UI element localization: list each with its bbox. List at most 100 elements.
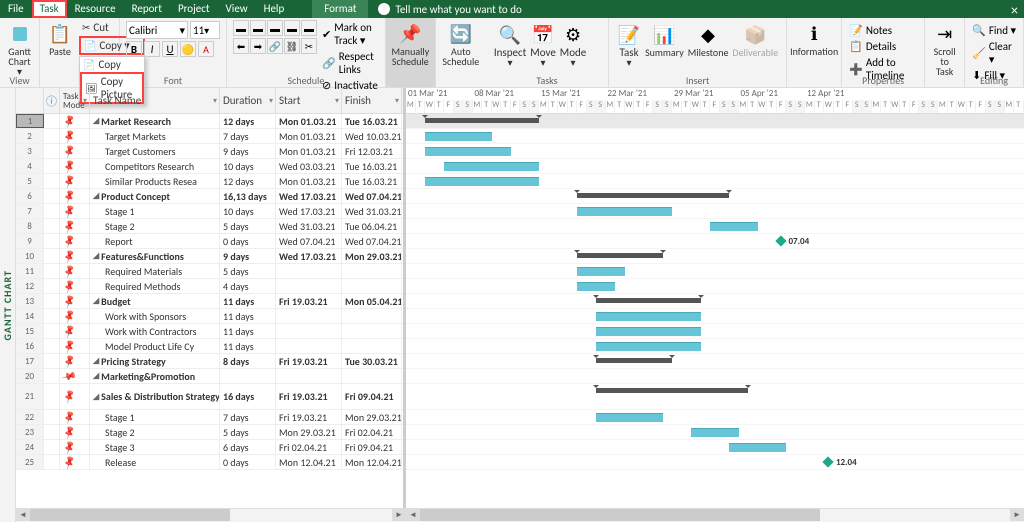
table-row[interactable]: 6📌◢Product Concept16,13 daysWed 17.03.21… xyxy=(16,189,403,204)
mark-on-track-button[interactable]: ✔ Mark on Track ▾ xyxy=(321,20,379,48)
scroll-left-arrow-2[interactable]: ◄ xyxy=(406,509,420,521)
table-row[interactable]: 4📌Competitors Research10 daysWed 03.03.2… xyxy=(16,159,403,174)
gantt-bar[interactable] xyxy=(596,358,672,363)
scroll-right-arrow-2[interactable]: ► xyxy=(1010,509,1024,521)
menu-task[interactable]: Task xyxy=(32,0,67,18)
table-row[interactable]: 23📌Stage 25 daysMon 29.03.21Fri 02.04.21 xyxy=(16,425,403,440)
menu-report[interactable]: Report xyxy=(124,0,170,18)
close-icon[interactable]: × xyxy=(1011,2,1018,19)
col-finish[interactable]: Finish▾ xyxy=(342,88,402,113)
scroll-right-arrow[interactable]: ► xyxy=(392,509,406,521)
gantt-bar[interactable] xyxy=(596,298,701,303)
insert-milestone-button[interactable]: ◆Milestone xyxy=(686,21,731,60)
indent-button[interactable]: ➡ xyxy=(250,38,266,54)
link-button[interactable]: 🔗 xyxy=(267,38,283,54)
auto-schedule-button[interactable]: 🔄 Auto Schedule xyxy=(440,20,481,69)
gantt-bar[interactable] xyxy=(425,132,492,141)
col-duration[interactable]: Duration▾ xyxy=(220,88,276,113)
table-row[interactable]: 9📌Report0 daysWed 07.04.21Wed 07.04.21 xyxy=(16,234,403,249)
indent-100-button[interactable]: ▬ xyxy=(301,20,317,36)
table-row[interactable]: 17📌◢Pricing Strategy8 daysFri 19.03.21Tu… xyxy=(16,354,403,369)
unlink-button[interactable]: ⛓ xyxy=(284,38,300,54)
table-row[interactable]: 3📌Target Customers9 daysMon 01.03.21Fri … xyxy=(16,144,403,159)
gantt-bar[interactable] xyxy=(577,267,625,276)
indent-0-button[interactable]: ▬ xyxy=(233,20,249,36)
table-row[interactable]: 12📌Required Methods4 days xyxy=(16,279,403,294)
scroll-left-arrow[interactable]: ◄ xyxy=(16,509,30,521)
scroll-thumb-right[interactable] xyxy=(420,509,820,521)
menu-view[interactable]: View xyxy=(218,0,256,18)
table-row[interactable]: 8📌Stage 25 daysWed 31.03.21Tue 06.04.21 xyxy=(16,219,403,234)
gantt-bar[interactable] xyxy=(577,207,672,216)
gantt-bar[interactable] xyxy=(596,413,663,422)
table-row[interactable]: 21📌◢Sales & Distribution Strategy16 days… xyxy=(16,384,403,410)
move-button[interactable]: 📅Move▾ xyxy=(528,21,558,70)
menu-file[interactable]: File xyxy=(0,0,32,18)
gantt-bar[interactable] xyxy=(596,312,701,321)
table-row[interactable]: 20📌◢Marketing&Promotion xyxy=(16,369,403,384)
menu-format[interactable]: Format xyxy=(312,0,368,18)
gantt-bar[interactable] xyxy=(425,147,511,156)
table-row[interactable]: 24📌Stage 36 daysFri 02.04.21Fri 09.04.21 xyxy=(16,440,403,455)
table-row[interactable]: 14📌Work with Sponsors11 days xyxy=(16,309,403,324)
underline-button[interactable]: U xyxy=(162,41,178,57)
menu-project[interactable]: Project xyxy=(170,0,218,18)
menu-help[interactable]: Help xyxy=(256,0,293,18)
fill-color-button[interactable]: 🟡 xyxy=(180,41,196,57)
gantt-bar[interactable] xyxy=(444,162,539,171)
indent-25-button[interactable]: ▬ xyxy=(250,20,266,36)
menu-resource[interactable]: Resource xyxy=(67,0,124,18)
gantt-bar[interactable] xyxy=(596,342,701,351)
find-button[interactable]: 🔍 Find ▾ xyxy=(971,23,1017,38)
insert-task-button[interactable]: 📝Task▾ xyxy=(615,21,643,70)
font-color-button[interactable]: A xyxy=(198,41,214,57)
information-button[interactable]: ℹInformation xyxy=(788,20,840,59)
gantt-bar[interactable] xyxy=(596,327,701,336)
col-mode[interactable]: Task Mode▾ xyxy=(60,88,90,113)
scroll-to-task-button[interactable]: ⇥Scroll to Task xyxy=(931,20,959,79)
gantt-bar[interactable] xyxy=(577,253,663,258)
gantt-chart-button[interactable]: Gantt Chart ▾ xyxy=(6,20,34,79)
italic-button[interactable]: I xyxy=(144,41,160,57)
outdent-button[interactable]: ⬅ xyxy=(233,38,249,54)
indent-50-button[interactable]: ▬ xyxy=(267,20,283,36)
gantt-bar[interactable] xyxy=(691,428,739,437)
gantt-bar[interactable] xyxy=(710,222,758,231)
tell-me-search[interactable]: Tell me what you want to do xyxy=(378,3,521,16)
bold-button[interactable]: B xyxy=(126,41,142,57)
table-row[interactable]: 11📌Required Materials5 days xyxy=(16,264,403,279)
table-row[interactable]: 16📌Model Product Life Cy11 days xyxy=(16,339,403,354)
table-row[interactable]: 5📌Similar Products Resea12 daysMon 01.03… xyxy=(16,174,403,189)
horizontal-scrollbar[interactable]: ◄ ► ◄ ► xyxy=(16,508,1024,522)
table-row[interactable]: 7📌Stage 110 daysWed 17.03.21Wed 31.03.21 xyxy=(16,204,403,219)
table-row[interactable]: 22📌Stage 17 daysFri 19.03.21Mon 29.03.21 xyxy=(16,410,403,425)
col-start[interactable]: Start▾ xyxy=(276,88,342,113)
gantt-bar[interactable] xyxy=(596,388,748,393)
table-row[interactable]: 13📌◢Budget11 daysFri 19.03.21Mon 05.04.2… xyxy=(16,294,403,309)
mode-button[interactable]: ⚙Mode▾ xyxy=(558,21,588,70)
clear-button[interactable]: 🧹 Clear ▾ xyxy=(971,39,1017,67)
notes-button[interactable]: 📝 Notes xyxy=(848,23,918,38)
table-row[interactable]: 10📌◢Features&Functions9 daysWed 17.03.21… xyxy=(16,249,403,264)
respect-links-button[interactable]: 🔗 Respect Links xyxy=(321,49,379,77)
manually-schedule-button[interactable]: 📌 Manually Schedule xyxy=(389,20,431,69)
gantt-bar[interactable] xyxy=(577,193,729,198)
gantt-bar[interactable] xyxy=(425,177,539,186)
insert-summary-button[interactable]: 📊Summary xyxy=(643,21,686,60)
split-button[interactable]: ✂ xyxy=(301,38,317,54)
gantt-bar[interactable] xyxy=(425,118,539,123)
table-row[interactable]: 25📌Release0 daysMon 12.04.21Mon 12.04.21 xyxy=(16,455,403,470)
gantt-bar[interactable] xyxy=(577,282,615,291)
vertical-tab[interactable]: GANTT CHART xyxy=(0,88,16,522)
table-row[interactable]: 2📌Target Markets7 daysMon 01.03.21Wed 10… xyxy=(16,129,403,144)
scroll-thumb-left[interactable] xyxy=(30,509,230,521)
col-name[interactable]: Task Name▾ xyxy=(90,88,220,113)
indent-75-button[interactable]: ▬ xyxy=(284,20,300,36)
table-row[interactable]: 1📌◢Market Research12 daysMon 01.03.21Tue… xyxy=(16,114,403,129)
details-button[interactable]: 📋 Details xyxy=(848,39,918,54)
gantt-bar[interactable] xyxy=(729,443,786,452)
inspect-button[interactable]: 🔍Inspect▾ xyxy=(492,21,528,70)
font-name-select[interactable]: Calibri▾ xyxy=(126,21,188,39)
table-row[interactable]: 15📌Work with Contractors11 days xyxy=(16,324,403,339)
font-size-select[interactable]: 11▾ xyxy=(190,21,220,39)
